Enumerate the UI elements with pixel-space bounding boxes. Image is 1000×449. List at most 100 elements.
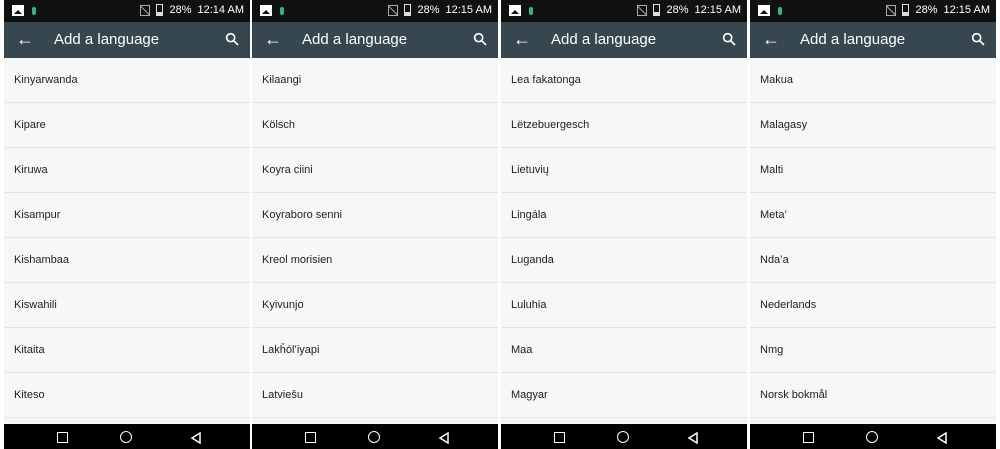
image-notification-icon [12,5,24,16]
language-item[interactable]: Magyar [501,373,747,418]
language-item[interactable]: Nederlands [750,283,996,328]
language-item[interactable]: Norsk bokmål [750,373,996,418]
language-item[interactable]: Nmg [750,328,996,373]
language-item[interactable]: Kishambaa [4,238,250,283]
navigation-bar [252,424,498,449]
language-item[interactable]: Lakȟól’iyapi [252,328,498,373]
screen-panel-2: 28% 12:15 AM ← Add a language Kɨlaangi K… [252,0,498,449]
language-item[interactable]: Kiruwa [4,148,250,193]
image-notification-icon [509,5,521,16]
battery-icon [156,4,164,16]
no-sim-icon [886,4,897,16]
recent-apps-button[interactable] [802,431,814,443]
status-bar: 28% 12:15 AM [501,0,747,22]
language-item[interactable]: Kɨlaangi [252,58,498,103]
app-toolbar: ← Add a language [4,22,250,58]
home-button[interactable] [368,431,380,443]
language-item[interactable]: Luganda [501,238,747,283]
clock: 12:15 AM [445,4,492,16]
navigation-bar [750,424,996,449]
nav-back-button[interactable] [687,431,699,445]
recent-apps-button[interactable] [304,431,316,443]
back-arrow-icon[interactable]: ← [16,30,34,48]
app-toolbar: ← Add a language [252,22,498,58]
language-list: Lea fakatonga Lëtzebuergesch Lietuvių Li… [501,58,747,418]
language-list: Kinyarwanda Kipare Kiruwa Kisampur Kisha… [4,58,250,418]
language-item[interactable]: Maa [501,328,747,373]
language-item[interactable]: Kyivunjo [252,283,498,328]
battery-icon [404,4,412,16]
app-toolbar: ← Add a language [501,22,747,58]
language-item[interactable]: Lea fakatonga [501,58,747,103]
recent-apps-button[interactable] [553,431,565,443]
image-notification-icon [758,5,770,16]
nav-back-button[interactable] [936,431,948,445]
search-icon[interactable] [721,31,737,47]
language-item[interactable]: Kisampur [4,193,250,238]
language-item[interactable]: Koyra ciini [252,148,498,193]
page-title: Add a language [800,31,906,48]
search-icon[interactable] [472,31,488,47]
search-icon[interactable] [224,31,240,47]
language-list: Kɨlaangi Kölsch Koyra ciini Koyraboro se… [252,58,498,418]
language-item[interactable]: Kiswahili [4,283,250,328]
page-title: Add a language [551,31,657,48]
back-arrow-icon[interactable]: ← [264,30,282,48]
no-sim-icon [140,4,151,16]
mic-notification-icon [32,6,36,15]
back-arrow-icon[interactable]: ← [513,30,531,48]
language-item[interactable]: Koyraboro senni [252,193,498,238]
page-title: Add a language [54,31,160,48]
app-toolbar: ← Add a language [750,22,996,58]
search-icon[interactable] [970,31,986,47]
language-item[interactable]: Malti [750,148,996,193]
image-notification-icon [260,5,272,16]
mic-notification-icon [529,6,533,15]
home-button[interactable] [617,431,629,443]
language-item[interactable]: Kitaita [4,328,250,373]
navigation-bar [4,424,250,449]
page-title: Add a language [302,31,408,48]
language-item[interactable]: Malagasy [750,103,996,148]
screen-panel-1: 28% 12:14 AM ← Add a language Kinyarwand… [4,0,250,449]
no-sim-icon [637,4,648,16]
language-item[interactable]: Kreol morisien [252,238,498,283]
nav-back-button[interactable] [190,431,202,445]
language-item[interactable]: Kiteso [4,373,250,418]
screen-panel-3: 28% 12:15 AM ← Add a language Lea fakato… [501,0,747,449]
home-button[interactable] [120,431,132,443]
language-item[interactable]: Lietuvių [501,148,747,193]
back-arrow-icon[interactable]: ← [762,30,780,48]
battery-percent: 28% [666,4,689,16]
language-item[interactable]: Kölsch [252,103,498,148]
language-item[interactable]: Nda’a [750,238,996,283]
language-item[interactable]: Lingála [501,193,747,238]
language-list: Makua Malagasy Malti Meta’ Nda’a Nederla… [750,58,996,418]
navigation-bar [501,424,747,449]
status-bar: 28% 12:15 AM [750,0,996,22]
screen-panel-4: 28% 12:15 AM ← Add a language Makua Mala… [750,0,996,449]
language-item[interactable]: Latviešu [252,373,498,418]
mic-notification-icon [778,6,782,15]
language-item[interactable]: Lëtzebuergesch [501,103,747,148]
status-bar: 28% 12:15 AM [252,0,498,22]
language-item[interactable]: Luluhia [501,283,747,328]
battery-icon [902,4,910,16]
no-sim-icon [388,4,399,16]
battery-percent: 28% [169,4,192,16]
mic-notification-icon [280,6,284,15]
language-item[interactable]: Meta’ [750,193,996,238]
recent-apps-button[interactable] [56,431,68,443]
language-item[interactable]: Makua [750,58,996,103]
status-bar: 28% 12:14 AM [4,0,250,22]
clock: 12:15 AM [943,4,990,16]
language-item[interactable]: Kinyarwanda [4,58,250,103]
nav-back-button[interactable] [438,431,450,445]
clock: 12:15 AM [694,4,741,16]
battery-percent: 28% [417,4,440,16]
home-button[interactable] [866,431,878,443]
battery-icon [653,4,661,16]
language-item[interactable]: Kipare [4,103,250,148]
clock: 12:14 AM [197,4,244,16]
battery-percent: 28% [915,4,938,16]
